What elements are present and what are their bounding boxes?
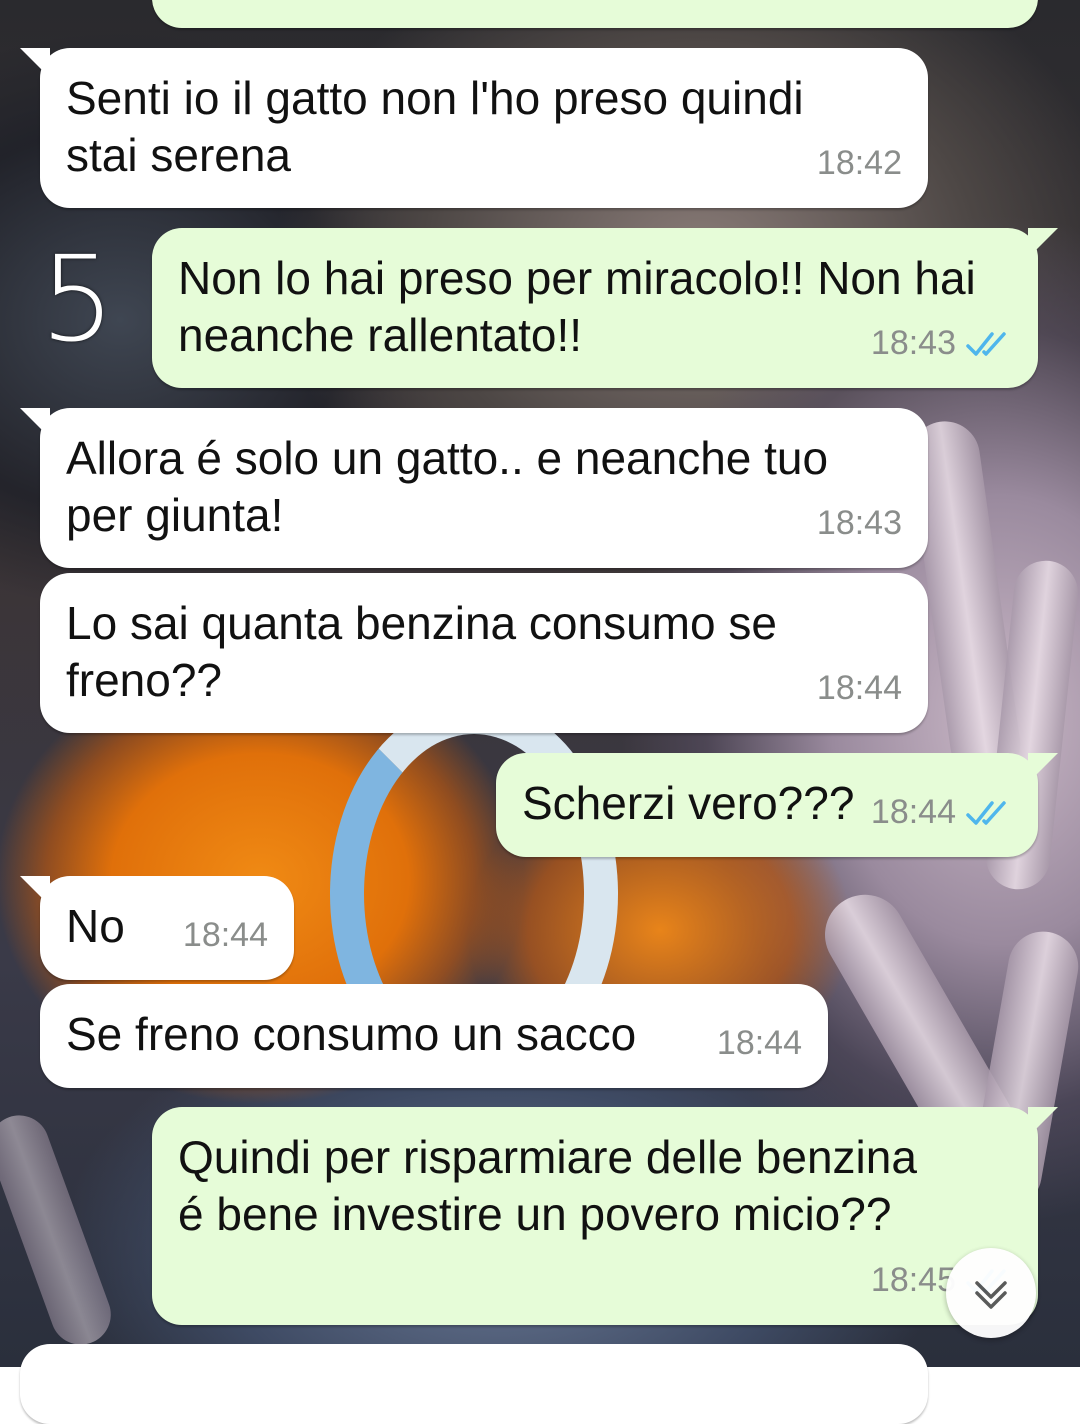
handwritten-annotation: 5 xyxy=(40,230,116,368)
message-bubble-incoming[interactable]: Senti io il gatto non l'ho preso quindi … xyxy=(20,48,928,208)
message-bubble-incoming[interactable] xyxy=(20,1344,928,1424)
message-text: Se freno consumo un sacco xyxy=(66,1008,637,1060)
message-bubble-outgoing[interactable]: Quindi per risparmiare delle benzina é b… xyxy=(152,1107,1058,1325)
message-text: Lo sai quanta benzina consumo se freno?? xyxy=(66,597,777,706)
scroll-to-bottom-button[interactable] xyxy=(946,1248,1036,1338)
message-text: No xyxy=(66,900,125,952)
message-text: Quindi per risparmiare delle benzina é b… xyxy=(178,1131,917,1240)
message-time: 18:44 xyxy=(870,793,956,831)
message-bubble-incoming[interactable]: Lo sai quanta benzina consumo se freno??… xyxy=(40,573,928,733)
message-bubble-incoming[interactable]: Allora é solo un gatto.. e neanche tuo p… xyxy=(20,408,928,568)
double-check-icon xyxy=(966,800,1006,825)
message-time: 18:44 xyxy=(816,669,902,707)
message-text: Allora é solo un gatto.. e neanche tuo p… xyxy=(66,432,829,541)
message-bubble-incoming[interactable]: No 18:44 xyxy=(20,876,294,980)
message-time: 18:43 xyxy=(816,504,902,542)
message-text: Non lo hai preso per miracolo!! Non hai … xyxy=(178,252,976,361)
message-bubble-outgoing[interactable]: Non lo hai preso per miracolo!! Non hai … xyxy=(152,228,1058,388)
chevron-down-icon xyxy=(975,1281,1007,1309)
message-time: 18:44 xyxy=(716,1024,802,1062)
message-text: Senti io il gatto non l'ho preso quindi … xyxy=(66,72,804,181)
double-check-icon xyxy=(966,331,1006,356)
message-time: 18:42 xyxy=(816,144,902,182)
message-bubble-incoming[interactable]: Se freno consumo un sacco 18:44 xyxy=(40,984,828,1088)
message-time: 18:43 xyxy=(870,324,956,362)
message-bubble-outgoing[interactable]: Scherzi vero??? 18:44 xyxy=(496,753,1058,857)
message-time: 18:45 xyxy=(870,1261,956,1299)
message-bubble-outgoing[interactable] xyxy=(152,0,1038,28)
message-text: Scherzi vero??? xyxy=(522,777,855,829)
message-time: 18:44 xyxy=(182,916,268,954)
